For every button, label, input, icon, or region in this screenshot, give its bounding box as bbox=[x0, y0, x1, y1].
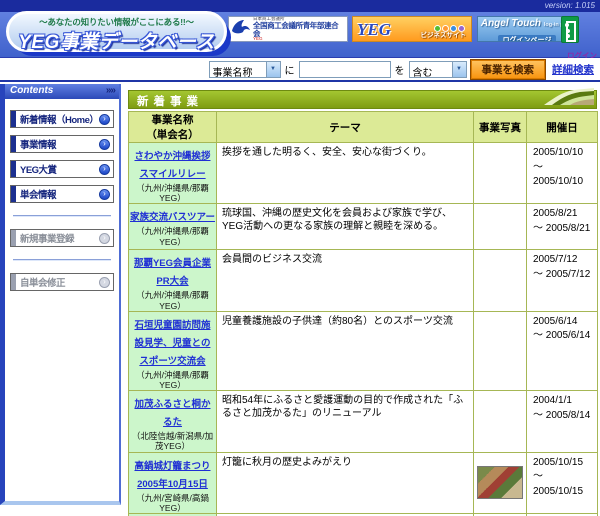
table-header-row: 事業名称 （単会名） テーマ 事業写真 開催日 bbox=[129, 112, 598, 143]
event-title-link[interactable]: 那覇YEG会員企業PR大会 bbox=[134, 258, 211, 287]
dropdown-arrow-icon bbox=[452, 62, 466, 77]
event-date: 2005/10/10～ 2005/10/10 bbox=[527, 143, 598, 204]
sidebar-separator bbox=[13, 259, 111, 261]
event-title-link[interactable]: 加茂ふるさと桐かるた bbox=[134, 399, 210, 428]
event-organization: （九州/沖縄県/那覇YEG） bbox=[130, 226, 215, 246]
search-button[interactable]: 事業を検索 bbox=[471, 60, 546, 79]
jcci-banner[interactable]: 日本商工会議所 全国商工会議所青年部連合会 YEG bbox=[228, 16, 348, 42]
sidebar-contents-header: Contents bbox=[5, 84, 119, 99]
sidebar-item-yeg-award[interactable]: YEG大賞 bbox=[10, 160, 114, 178]
sidebar-item-label: 新規事業登録 bbox=[20, 231, 99, 245]
event-date: 2005/8/21～ 2005/8/21 bbox=[527, 204, 598, 250]
event-date: 2005/10/15～ 2005/10/15 bbox=[527, 452, 598, 513]
sidebar-item-label: YEG大賞 bbox=[20, 162, 99, 176]
sidebar-item-chapter-info[interactable]: 単会情報 bbox=[10, 185, 114, 203]
jcci-logo-icon bbox=[231, 18, 251, 41]
jcci-banner-caption: YEG bbox=[253, 37, 345, 42]
event-title-link[interactable]: 家族交流バスツアー bbox=[130, 212, 215, 223]
event-theme: 挨拶を通した明るく、安全、安心な街づくり。 bbox=[217, 143, 474, 204]
event-organization: （九州/沖縄県/那覇YEG） bbox=[130, 290, 215, 310]
event-organization: （九州/宮崎県/高鍋YEG） bbox=[130, 493, 215, 513]
site-logo[interactable]: ～あなたの知りたい情報がここにある!!～ YEG事業データベース bbox=[6, 11, 227, 52]
table-row: さわやか沖縄挨拶スマイルリレー （九州/沖縄県/那覇YEG） 挨拶を通した明るく… bbox=[129, 143, 598, 204]
sidebar-separator bbox=[13, 215, 111, 217]
menu-notch-icon bbox=[11, 230, 16, 246]
section-title: 新着事業 bbox=[137, 96, 203, 108]
event-organization: （北陸信越/新潟県/加茂YEG） bbox=[130, 431, 215, 451]
table-row: 高鍋城灯籠まつり2005年10月15日 （九州/宮崎県/高鍋YEG） 灯籠に秋月… bbox=[129, 452, 598, 513]
sidebar-item-label: 自単会修正 bbox=[20, 275, 99, 289]
site-logo-text: YEG事業データベース bbox=[9, 27, 224, 54]
yeg-business-logo: YEG bbox=[357, 20, 391, 40]
table-row: 加茂ふるさと桐かるた （北陸信越/新潟県/加茂YEG） 昭和54年にふるさと愛護… bbox=[129, 391, 598, 452]
column-header-photo: 事業写真 bbox=[474, 112, 527, 143]
arrow-circle-icon bbox=[99, 164, 110, 175]
event-organization: （九州/沖縄県/那覇YEG） bbox=[130, 370, 215, 390]
yeg-database-page: version: 1.015 ～あなたの知りたい情報がここにある!!～ YEG事… bbox=[0, 0, 600, 516]
angel-touch-title: Angel Touch bbox=[481, 18, 541, 29]
arrow-circle-icon bbox=[99, 114, 110, 125]
arrow-circle-icon bbox=[99, 189, 110, 200]
sidebar-item-label: 新着情報（Home） bbox=[20, 112, 99, 126]
sidebar-item-new-info-home[interactable]: 新着情報（Home） bbox=[10, 110, 114, 128]
menu-notch-icon bbox=[11, 136, 16, 152]
yeg-business-sub: ビジネスサイト bbox=[421, 29, 467, 39]
sidebar-item-register-business[interactable]: 新規事業登録 bbox=[10, 229, 114, 247]
search-match-select[interactable]: 含む bbox=[409, 61, 467, 78]
event-theme: 灯籠に秋月の歴史よみがえり bbox=[217, 452, 474, 513]
search-keyword-input[interactable] bbox=[299, 61, 391, 78]
title-bar-swoosh-decoration bbox=[544, 88, 594, 108]
column-header-theme: テーマ bbox=[217, 112, 474, 143]
column-header-date: 開催日 bbox=[527, 112, 598, 143]
event-photo-thumbnail[interactable] bbox=[477, 466, 523, 499]
table-row: 那覇YEG会員企業PR大会 （九州/沖縄県/那覇YEG） 会員間のビジネス交流 … bbox=[129, 250, 598, 311]
table-row: 家族交流バスツアー （九州/沖縄県/那覇YEG） 琉球国、沖縄の歴史文化を会員お… bbox=[129, 204, 598, 250]
event-organization: （九州/沖縄県/那覇YEG） bbox=[130, 183, 215, 203]
event-title-link[interactable]: 高鍋城灯籠まつり2005年10月15日 bbox=[134, 461, 210, 490]
sidebar-item-business-info[interactable]: 事業情報 bbox=[10, 135, 114, 153]
version-label: version: 1.015 bbox=[545, 1, 595, 10]
advanced-search-link[interactable]: 詳細検索 bbox=[552, 62, 594, 77]
search-bar: 事業名称 に を 含む 事業を検索 詳細検索 bbox=[0, 58, 600, 80]
dropdown-arrow-icon bbox=[266, 62, 280, 77]
particle-wo: を bbox=[395, 62, 405, 77]
event-theme: 児童養護施設の子供達（約80名）とのスポーツ交流 bbox=[217, 311, 474, 390]
particle-ni: に bbox=[285, 62, 295, 77]
search-field-select[interactable]: 事業名称 bbox=[209, 61, 281, 78]
menu-notch-icon bbox=[11, 186, 16, 202]
column-header-name: 事業名称 （単会名） bbox=[129, 112, 217, 143]
event-title-link[interactable]: さわやか沖縄挨拶スマイルリレー bbox=[134, 151, 210, 180]
header-divider bbox=[0, 80, 600, 82]
table-row: 石垣児童園訪問施設見学、児童とのスポーツ交流会 （九州/沖縄県/那覇YEG） 児… bbox=[129, 311, 598, 390]
event-title-link[interactable]: 石垣児童園訪問施設見学、児童とのスポーツ交流会 bbox=[134, 320, 210, 367]
menu-notch-icon bbox=[11, 274, 16, 290]
event-theme: 会員間のビジネス交流 bbox=[217, 250, 474, 311]
arrow-circle-icon bbox=[99, 139, 110, 150]
events-table-body: さわやか沖縄挨拶スマイルリレー （九州/沖縄県/那覇YEG） 挨拶を通した明るく… bbox=[129, 143, 598, 516]
menu-notch-icon bbox=[11, 111, 16, 127]
yeg-business-banner[interactable]: YEG ビジネスサイト bbox=[352, 16, 472, 42]
arrow-circle-icon bbox=[99, 277, 110, 288]
section-title-bar: 新着事業 bbox=[128, 90, 597, 109]
logout-door-icon[interactable] bbox=[561, 16, 579, 43]
jcci-banner-mainline: 全国商工会議所青年部連合会 bbox=[253, 22, 345, 37]
sidebar: Contents 新着情報（Home） 事業情報 YEG大賞 単会情報 bbox=[0, 84, 121, 505]
event-date: 2005/6/14～ 2005/6/14 bbox=[527, 311, 598, 390]
sidebar-item-label: 事業情報 bbox=[20, 137, 99, 151]
menu-notch-icon bbox=[11, 161, 16, 177]
search-match-select-value: 含む bbox=[410, 62, 437, 77]
event-theme: 琉球国、沖縄の歴史文化を会員および家族で学び、YEG活動への更なる家族の理解と親… bbox=[217, 204, 474, 250]
search-field-select-value: 事業名称 bbox=[210, 62, 257, 77]
arrow-circle-icon bbox=[99, 233, 110, 244]
events-table: 事業名称 （単会名） テーマ 事業写真 開催日 さわやか沖縄挨拶スマイルリレー … bbox=[128, 111, 598, 516]
event-date: 2004/1/1～ 2005/8/14 bbox=[527, 391, 598, 452]
event-theme: 昭和54年にふるさと愛護運動の目的で作成された「ふるさと加茂かるた」のリニューア… bbox=[217, 391, 474, 452]
angel-touch-sub: ログインページ bbox=[498, 35, 557, 42]
sidebar-item-label: 単会情報 bbox=[20, 187, 99, 201]
event-date: 2005/7/12～ 2005/7/12 bbox=[527, 250, 598, 311]
main-content: 新着事業 事業名称 （単会名） テーマ 事業写真 bbox=[128, 90, 597, 516]
sidebar-item-edit-own-chapter[interactable]: 自単会修正 bbox=[10, 273, 114, 291]
